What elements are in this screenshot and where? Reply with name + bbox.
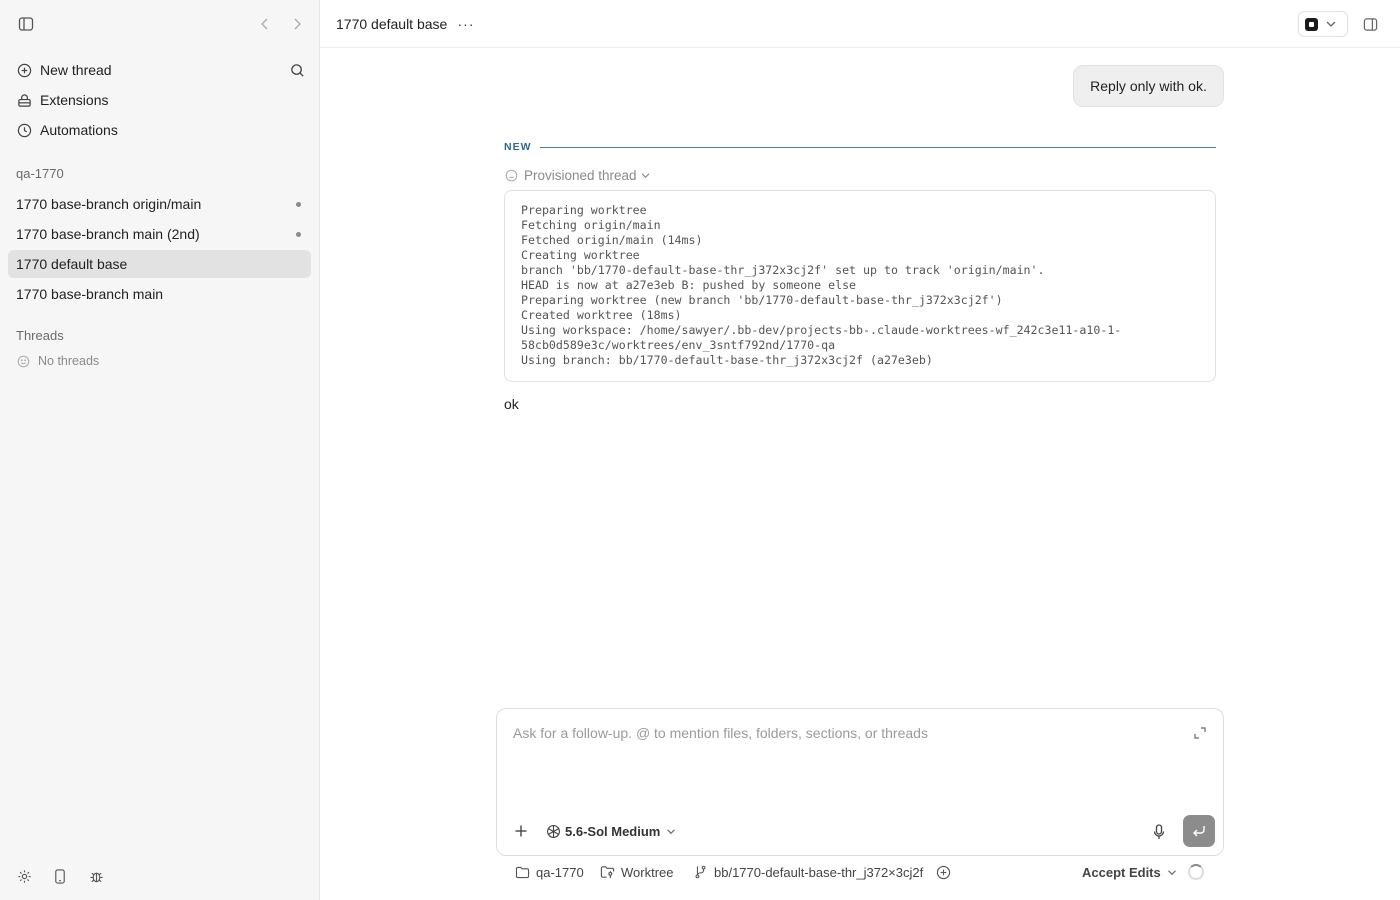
log-line: Preparing worktree — [521, 203, 647, 217]
mobile-device-icon[interactable] — [51, 867, 69, 885]
accept-edits-label: Accept Edits — [1082, 864, 1161, 880]
search-icon[interactable] — [288, 61, 306, 79]
chevron-down-icon — [1326, 21, 1336, 27]
model-logo-icon — [545, 823, 561, 839]
provisioned-thread-label: Provisioned thread — [524, 168, 637, 183]
more-options-button[interactable]: ··· — [456, 15, 476, 33]
automations-button[interactable]: Automations — [8, 116, 311, 144]
log-line: Created worktree (18ms) — [521, 308, 682, 322]
sidebar-thread-item-active[interactable]: 1770 default base — [8, 250, 311, 278]
empty-thread-icon — [16, 354, 30, 368]
worktree-mode-label: Worktree — [621, 864, 674, 880]
log-line: 58cb0d589e3c/worktrees/env_3sntf792nd/17… — [521, 338, 836, 352]
app-logo-icon — [1305, 17, 1318, 31]
accept-edits-dropdown[interactable]: Accept Edits — [1082, 862, 1177, 882]
chevron-down-icon — [641, 172, 650, 179]
thread-label: 1770 base-branch origin/main — [16, 196, 202, 212]
thread-label: 1770 base-branch main (2nd) — [16, 226, 200, 242]
project-chip-label: qa-1770 — [536, 864, 584, 880]
branch-label: bb/1770-default-base-thr_j372×3cj2f — [714, 864, 924, 880]
settings-gear-icon[interactable] — [15, 867, 33, 885]
log-line: Using workspace: /home/sawyer/.bb-dev/pr… — [521, 323, 1122, 337]
threads-section-title: Threads — [16, 328, 64, 343]
new-divider-label: NEW — [504, 141, 532, 153]
chevron-down-icon — [666, 828, 676, 835]
bug-report-icon[interactable] — [87, 867, 105, 885]
enter-arrow-icon — [1193, 826, 1205, 837]
forward-arrow-icon[interactable] — [288, 14, 306, 34]
loading-spinner-icon — [1188, 864, 1204, 880]
provision-log-box: Preparing worktree Fetching origin/main … — [504, 190, 1216, 382]
model-label: 5.6-Sol Medium — [565, 823, 661, 839]
model-selector[interactable]: 5.6-Sol Medium — [545, 823, 676, 839]
log-line: Using branch: bb/1770-default-base-thr_j… — [521, 353, 933, 367]
git-branch-icon — [692, 864, 708, 880]
log-line: Fetching origin/main — [521, 218, 661, 232]
add-context-icon[interactable] — [936, 862, 951, 882]
new-messages-divider: NEW — [504, 140, 1216, 154]
sidebar-thread-item[interactable]: 1770 base-branch main — [8, 280, 311, 308]
extensions-label: Extensions — [40, 92, 109, 108]
new-thread-button[interactable]: New thread — [8, 56, 311, 84]
thread-header: 1770 default base ··· — [320, 0, 1400, 48]
app-switcher-dropdown[interactable] — [1298, 11, 1348, 37]
project-chip[interactable]: qa-1770 — [514, 862, 584, 882]
right-panel-toggle-icon[interactable] — [1361, 15, 1379, 33]
microphone-icon[interactable] — [1151, 823, 1167, 841]
sidebar-toggle-icon[interactable] — [16, 14, 36, 34]
log-line: Creating worktree — [521, 248, 640, 262]
thread-label: 1770 default base — [16, 256, 128, 272]
follow-up-input[interactable]: Ask for a follow-up. @ to mention files,… — [513, 725, 928, 741]
worktree-icon — [599, 864, 615, 880]
sidebar-thread-item[interactable]: 1770 base-branch main (2nd) — [8, 220, 311, 248]
automations-label: Automations — [40, 122, 118, 138]
thread-status-icon — [504, 169, 518, 183]
clock-icon — [16, 122, 32, 138]
project-name: qa-1770 — [16, 166, 64, 181]
page-title: 1770 default base — [336, 16, 448, 32]
divider-line — [539, 146, 1216, 148]
sidebar-top-bar — [0, 0, 320, 48]
expand-icon[interactable] — [1193, 726, 1207, 740]
chevron-down-icon — [1167, 869, 1177, 876]
composer-status-bar: qa-1770 Worktree bb/1770-default-base-th… — [496, 862, 1224, 882]
extensions-icon — [16, 92, 32, 108]
unread-dot — [296, 202, 301, 207]
sidebar: New thread Extensions Automations qa-177… — [0, 0, 320, 900]
provisioned-thread-toggle[interactable]: Provisioned thread — [504, 168, 650, 183]
assistant-reply: ok — [504, 396, 519, 412]
no-threads-label: No threads — [38, 354, 100, 368]
log-line: branch 'bb/1770-default-base-thr_j372x3c… — [521, 263, 1045, 277]
folder-icon — [514, 864, 530, 880]
message-composer[interactable]: Ask for a follow-up. @ to mention files,… — [496, 708, 1224, 856]
user-message-bubble: Reply only with ok. — [1073, 65, 1224, 107]
new-thread-label: New thread — [40, 62, 112, 78]
plus-circle-icon — [16, 62, 32, 78]
add-attachment-button[interactable] — [513, 823, 529, 839]
send-button[interactable] — [1183, 815, 1215, 847]
thread-label: 1770 base-branch main — [16, 286, 164, 302]
log-line: Fetched origin/main (14ms) — [521, 233, 703, 247]
main-panel: 1770 default base ··· Reply only with ok… — [320, 0, 1400, 900]
worktree-mode-chip[interactable]: Worktree — [599, 862, 674, 882]
sidebar-thread-item[interactable]: 1770 base-branch origin/main — [8, 190, 311, 218]
branch-chip[interactable]: bb/1770-default-base-thr_j372×3cj2f — [692, 862, 923, 882]
extensions-button[interactable]: Extensions — [8, 86, 311, 114]
back-arrow-icon[interactable] — [256, 14, 274, 34]
log-line: Preparing worktree (new branch 'bb/1770-… — [521, 293, 1003, 307]
no-threads-placeholder: No threads — [16, 354, 99, 368]
unread-dot — [296, 232, 301, 237]
log-line: HEAD is now at a27e3eb B: pushed by some… — [521, 278, 857, 292]
